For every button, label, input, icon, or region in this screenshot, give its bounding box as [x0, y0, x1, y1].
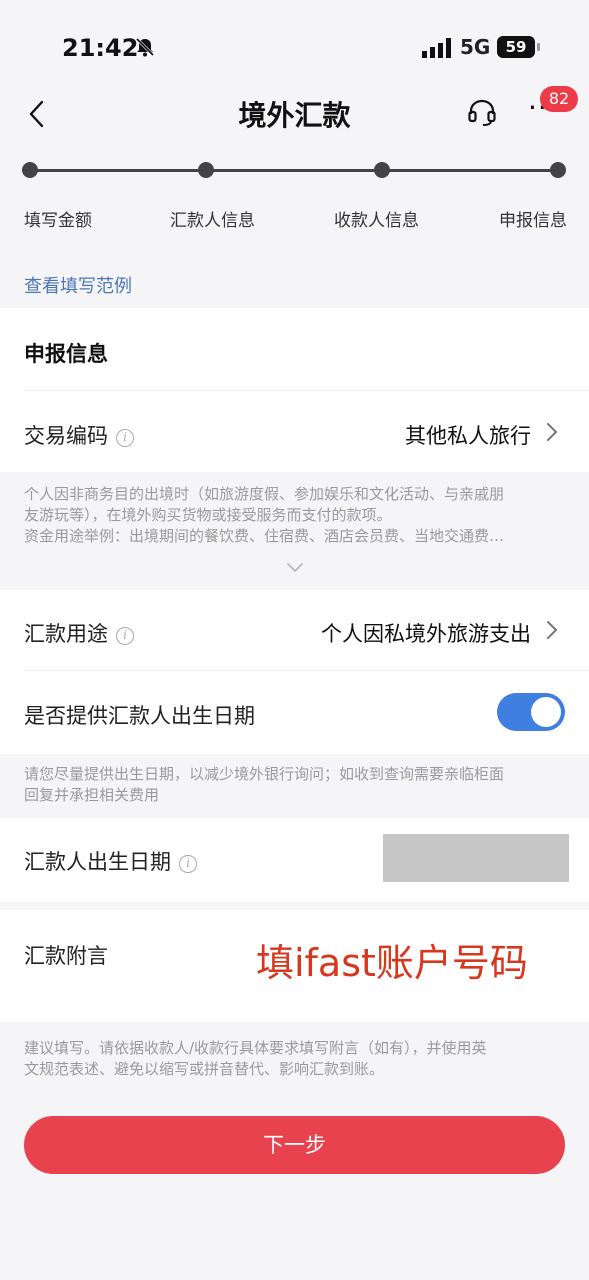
status-time: 21:42 [62, 34, 139, 62]
step-label-amount: 填写金额 [24, 211, 92, 231]
memo-card: 汇款附言 填ifast账户号码 [0, 910, 589, 1022]
progress-stepper: 填写金额 汇款人信息 收款人信息 申报信息 [0, 150, 589, 250]
view-example-link[interactable]: 查看填写范例 [24, 272, 132, 298]
step-label-remitter: 汇款人信息 [170, 211, 255, 231]
birthdate-toggle-label: 是否提供汇款人出生日期 [24, 704, 255, 728]
divider [24, 670, 589, 671]
memo-annotation-text: 填ifast账户号码 [256, 941, 528, 985]
step-label-declaration: 申报信息 [499, 211, 567, 231]
toggle-knob [531, 697, 561, 727]
step-dot-1 [22, 162, 38, 178]
memo-label: 汇款附言 [24, 944, 108, 968]
divider [24, 390, 589, 391]
notification-badge: 82 [540, 86, 578, 112]
note-line: 个人因非商务目的出境时（如旅游度假、参加娱乐和文化活动、与亲戚朋 [24, 485, 505, 503]
nav-bar: 境外汇款 ··· 82 [0, 82, 589, 142]
note-line: 回复并承担相关费用 [24, 786, 160, 804]
purpose-card: 汇款用途 i 个人因私境外旅游支出 是否提供汇款人出生日期 [0, 590, 589, 754]
note-line: 资金用途举例：出境期间的餐饮费、住宿费、酒店会员费、当地交通费… [24, 527, 505, 545]
status-bar: 21:42 5G 59 [0, 0, 589, 92]
memo-input[interactable]: 填ifast账户号码 [250, 920, 570, 1010]
note-line: 文规范表述、避免以缩写或拼音替代、影响汇款到账。 [24, 1060, 385, 1078]
step-dot-4 [550, 162, 566, 178]
note-line: 请您尽量提供出生日期，以减少境外银行询问；如收到查询需要亲临柜面 [24, 765, 505, 783]
note-line: 建议填写。请依据收款人/收款行具体要求填写附言（如有），并使用英 [24, 1039, 487, 1057]
step-dot-3 [374, 162, 390, 178]
muted-bell-icon [135, 37, 155, 57]
network-type: 5G [460, 35, 491, 59]
birthdate-label: 汇款人出生日期 i [24, 846, 197, 876]
signal-icon [422, 38, 451, 58]
birthdate-toggle-switch[interactable] [497, 693, 565, 731]
purpose-value: 个人因私境外旅游支出 [321, 622, 531, 646]
transaction-code-value: 其他私人旅行 [405, 424, 531, 448]
page-title: 境外汇款 [238, 99, 351, 132]
note-line: 友游玩等），在境外购买货物或接受服务而支付的款项。 [24, 506, 392, 524]
birthdate-card: 汇款人出生日期 i [0, 818, 589, 902]
transaction-code-note: 个人因非商务目的出境时（如旅游度假、参加娱乐和文化活动、与亲戚朋 友游玩等），在… [24, 484, 569, 547]
section-title: 申报信息 [24, 342, 108, 366]
step-label-payee: 收款人信息 [334, 211, 419, 231]
next-step-button[interactable]: 下一步 [24, 1116, 565, 1174]
birthdate-field-redacted[interactable] [383, 834, 569, 882]
step-dot-2 [198, 162, 214, 178]
chevron-right-icon [547, 423, 558, 441]
customer-service-icon[interactable] [466, 96, 498, 128]
expand-chevron-icon[interactable] [286, 562, 304, 574]
memo-note: 建议填写。请依据收款人/收款行具体要求填写附言（如有），并使用英 文规范表述、避… [24, 1038, 569, 1080]
chevron-right-icon [547, 621, 558, 639]
battery-icon: 59 [497, 36, 540, 58]
info-icon[interactable]: i [116, 627, 134, 645]
purpose-label: 汇款用途 i [24, 618, 134, 648]
declaration-card: 申报信息 交易编码 i 其他私人旅行 [0, 308, 589, 472]
transaction-code-label: 交易编码 i [24, 420, 134, 450]
info-icon[interactable]: i [179, 855, 197, 873]
birthdate-note: 请您尽量提供出生日期，以减少境外银行询问；如收到查询需要亲临柜面 回复并承担相关… [24, 764, 569, 806]
stepper-line [30, 169, 558, 172]
info-icon[interactable]: i [116, 429, 134, 447]
